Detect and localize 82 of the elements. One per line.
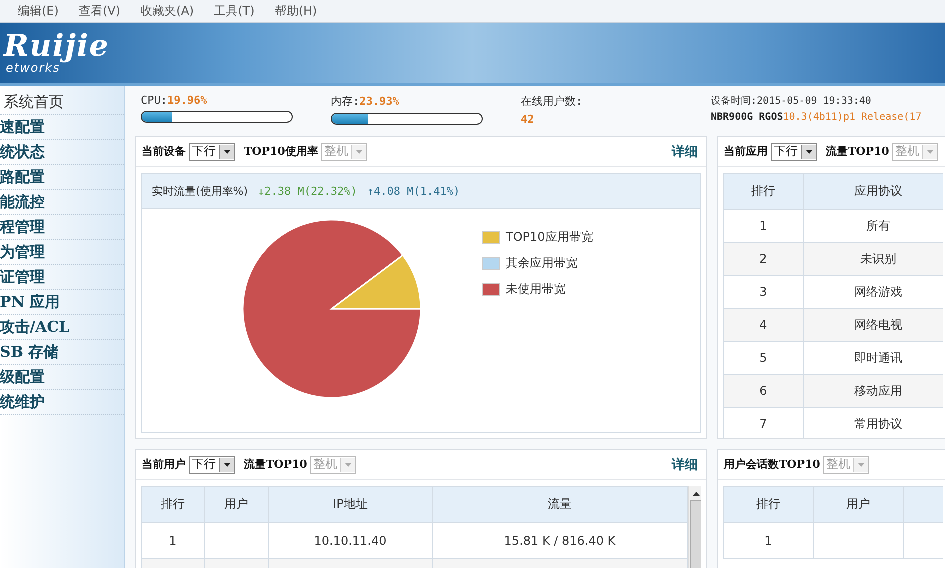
sidebar-item[interactable]: 统状态 <box>0 140 124 165</box>
panel-subtitle: TOP10使用率 <box>244 144 318 159</box>
sidebar-item[interactable]: 速配置 <box>0 115 124 140</box>
caret-icon <box>806 150 812 154</box>
column-header: 排行 <box>142 486 204 522</box>
menu-item[interactable]: 收藏夹(A) <box>140 2 194 20</box>
legend-label: 未使用带宽 <box>506 281 566 298</box>
sidebar-item[interactable]: 为管理 <box>0 240 124 265</box>
menu-item[interactable]: 查看(V) <box>78 2 121 20</box>
sidebar-item[interactable]: PN 应用 <box>0 290 124 315</box>
table-cell: 4 <box>724 308 804 342</box>
dropdown[interactable]: 下行 <box>189 456 235 474</box>
caret-icon <box>858 462 865 466</box>
caret-icon <box>926 150 934 154</box>
traffic-label: 实时流量(使用率%) <box>152 184 248 198</box>
dropdown[interactable]: 下行 <box>189 142 235 160</box>
panel-title: 当前用户 <box>142 457 186 472</box>
upload-rate: ↑4.08 M(1.41%) <box>367 184 460 198</box>
dropdown: 整机 <box>823 456 870 474</box>
table-cell: 1 <box>724 210 804 242</box>
sidebar-item[interactable]: SB 存储 <box>0 340 124 365</box>
details-link[interactable]: 详细 <box>672 456 698 474</box>
table-cell: 网络游戏 <box>804 276 943 308</box>
dropdown: 整机 <box>892 142 938 160</box>
caret-icon <box>224 462 230 466</box>
column-header: 流量 <box>432 486 688 522</box>
sidebar-item[interactable]: 系统首页 <box>0 90 124 115</box>
sidebar-item[interactable]: 程管理 <box>0 215 124 240</box>
table-cell: 即时通讯 <box>804 342 943 374</box>
panel-subtitle: 流量TOP10 <box>826 144 890 159</box>
column-header: 用户 <box>204 486 268 522</box>
table-cell: 未识别 <box>804 242 943 276</box>
table-cell: 3 <box>724 276 804 308</box>
column-header: 应用协议 <box>804 174 943 210</box>
legend-label: TOP10应用带宽 <box>506 229 594 246</box>
details-link[interactable]: 详细 <box>672 142 698 160</box>
table-cell: 5 <box>724 342 804 374</box>
stat-value: 42 <box>521 113 536 126</box>
caret-icon <box>356 150 363 154</box>
column-header: IP地址 <box>268 486 432 522</box>
table-cell: 6 <box>724 374 804 408</box>
table-cell: 网络电视 <box>804 308 943 342</box>
column-header: 排行 <box>724 174 804 210</box>
column-header: 用户 <box>814 486 904 522</box>
panel-subtitle: 用户会话数TOP10 <box>724 457 820 472</box>
stat-label: 在线用户数: <box>521 94 584 109</box>
sidebar-item[interactable]: 统维护 <box>0 390 124 415</box>
logo: Ruijie <box>4 32 110 62</box>
panel-subtitle: 流量TOP10 <box>244 457 308 472</box>
table-cell: 7 <box>724 408 804 438</box>
table-cell: 1 <box>724 522 814 558</box>
column-header: 排行 <box>724 486 814 522</box>
sidebar-item[interactable]: 攻击/ACL <box>0 315 124 340</box>
caret-icon <box>344 462 352 466</box>
table-cell: 1 <box>142 522 204 558</box>
table-cell: 移动应用 <box>804 374 943 408</box>
panel-title: 当前应用 <box>724 144 768 159</box>
sidebar-item[interactable]: 级配置 <box>0 365 124 390</box>
logo-subtitle: etworks <box>6 62 60 74</box>
legend-label: 其余应用带宽 <box>506 255 578 272</box>
sidebar-item[interactable]: 证管理 <box>0 265 124 290</box>
caret-icon <box>224 150 230 154</box>
menu-item[interactable]: 编辑(E) <box>18 2 59 20</box>
device-version: NBR900G RGOS10.3(4b11)p1 Release(17 <box>711 112 923 123</box>
scroll-up-arrow-icon[interactable] <box>692 492 700 496</box>
table-cell: 10.10.11.40 <box>268 522 432 558</box>
panel-title: 当前设备 <box>142 144 186 159</box>
table-cell: 15.81 K / 816.40 K <box>432 522 688 558</box>
stat-reading: 内存:23.93% <box>331 94 400 109</box>
stat-reading: CPU:19.96% <box>141 94 208 107</box>
sidebar-item[interactable]: 能流控 <box>0 190 124 215</box>
dropdown: 整机 <box>310 456 356 474</box>
table-cell: 常用协议 <box>804 408 943 438</box>
sidebar-item[interactable]: 路配置 <box>0 165 124 190</box>
dropdown[interactable]: 下行 <box>771 142 817 160</box>
table-cell: 所有 <box>804 210 943 242</box>
menu-item[interactable]: 工具(T) <box>214 2 255 20</box>
device-time: 设备时间:2015-05-09 19:33:40 <box>711 94 872 108</box>
dropdown: 整机 <box>321 142 368 160</box>
table-cell: 2 <box>724 242 804 276</box>
download-rate: ↓2.38 M(22.32%) <box>258 184 358 198</box>
menu-item[interactable]: 帮助(H) <box>274 2 318 20</box>
